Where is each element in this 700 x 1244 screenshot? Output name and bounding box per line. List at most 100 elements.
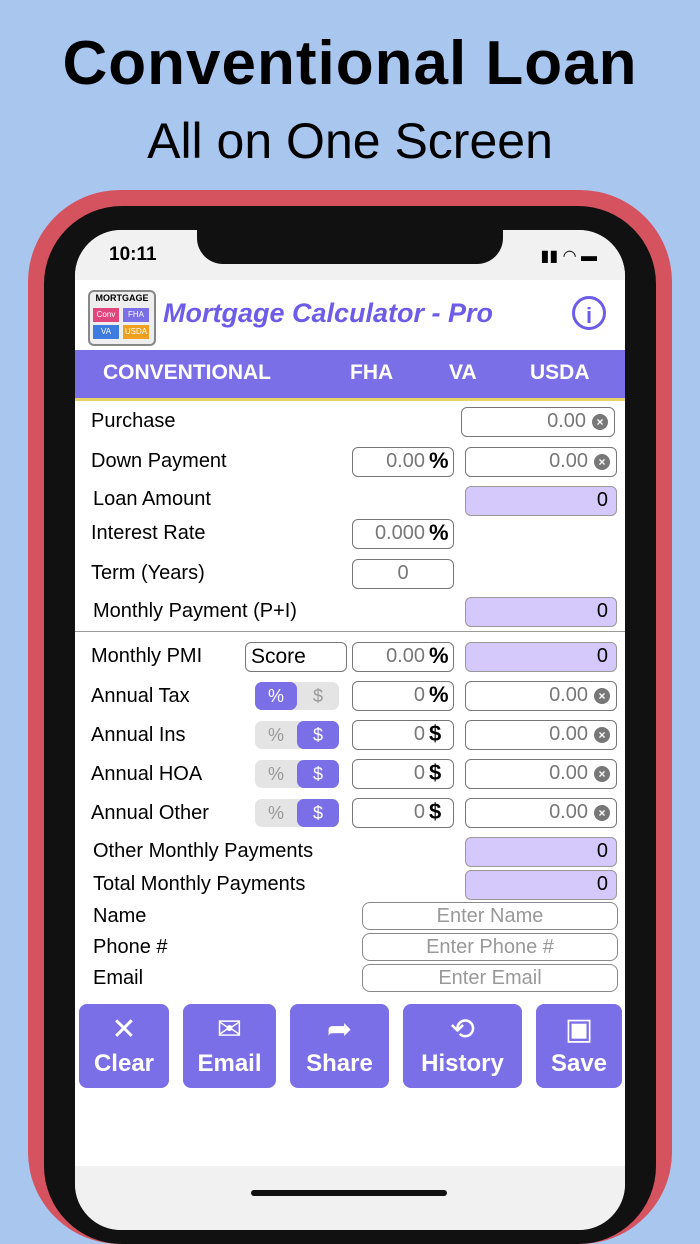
loan-type-tabs: CONVENTIONAL FHA VA USDA [75,350,625,401]
clear-x-icon: ✕ [111,1013,137,1046]
term-input[interactable]: 0 [352,559,454,589]
down-payment-label: Down Payment [91,450,227,472]
annual-hoa-amount[interactable]: 0.00 × [465,759,617,789]
purchase-label: Purchase [91,410,176,432]
logo-title: MORTGAGE [95,293,149,303]
pmi-score-select[interactable]: Score [245,642,347,672]
tab-conventional[interactable]: CONVENTIONAL [103,361,271,385]
app-header: MORTGAGE Conv FHA VA USDA Mortgage Calcu… [75,280,625,350]
app-logo: MORTGAGE Conv FHA VA USDA [88,290,156,346]
share-button[interactable]: ➦ Share [290,1004,389,1088]
down-payment-percent-suffix: % [429,448,449,473]
clear-icon[interactable]: × [594,766,610,782]
annual-tax-amount[interactable]: 0.00 × [465,681,617,711]
annual-hoa-amount-value: 0.00 [549,762,588,784]
annual-ins-amount[interactable]: 0.00 × [465,720,617,750]
annual-ins-suffix: $ [429,721,442,746]
tab-usda[interactable]: USDA [530,361,590,385]
down-payment-amount-input[interactable]: 0.00 × [465,447,617,477]
purchase-input[interactable]: 0.00 × [461,407,615,437]
save-button-label: Save [550,1050,608,1077]
clear-icon[interactable]: × [594,454,610,470]
pmi-percent-suffix: % [429,643,449,668]
annual-ins-dollar-option[interactable]: $ [297,721,339,749]
phone-input[interactable]: Enter Phone # [362,933,618,961]
annual-hoa-unit-toggle: % $ [255,760,339,788]
annual-ins-amount-value: 0.00 [549,723,588,745]
clear-icon[interactable]: × [594,688,610,704]
annual-ins-label: Annual Ins [91,724,186,746]
bottom-safe-area [75,1166,625,1230]
interest-rate-suffix: % [429,520,449,545]
pmi-output: 0 [465,642,617,672]
down-payment-amount-value: 0.00 [549,450,588,472]
down-payment-percent-value: 0.00 [386,450,425,472]
annual-other-amount-value: 0.00 [549,801,588,823]
annual-other-amount[interactable]: 0.00 × [465,798,617,828]
interest-rate-value: 0.000 [374,522,425,544]
name-input[interactable]: Enter Name [362,902,618,930]
history-button[interactable]: ⟲ History [403,1004,522,1088]
app-title: Mortgage Calculator - Pro [163,298,494,328]
annual-other-label: Annual Other [91,802,209,824]
annual-other-unit-toggle: % $ [255,799,339,827]
pmi-percent-value: 0.00 [386,645,425,667]
annual-tax-amount-value: 0.00 [549,684,588,706]
home-indicator[interactable] [251,1190,447,1196]
save-button[interactable]: ▣ Save [536,1004,622,1088]
total-monthly-output: 0 [465,870,617,900]
tab-fha[interactable]: FHA [350,361,393,385]
other-monthly-label: Other Monthly Payments [93,840,314,862]
clear-icon[interactable]: × [594,805,610,821]
annual-hoa-input-value: 0 [413,762,425,784]
total-monthly-label: Total Monthly Payments [93,873,306,895]
annual-tax-suffix: % [429,682,449,707]
annual-other-dollar-option[interactable]: $ [297,799,339,827]
tab-va[interactable]: VA [449,361,477,385]
history-icon: ⟲ [449,1013,476,1046]
interest-rate-label: Interest Rate [91,522,206,544]
clear-button[interactable]: ✕ Clear [79,1004,169,1088]
annual-tax-dollar-option[interactable]: $ [297,682,339,710]
term-label: Term (Years) [91,562,205,584]
loan-amount-label: Loan Amount [93,488,211,510]
clear-icon[interactable]: × [592,414,608,430]
email-label: Email [93,967,144,989]
monthly-payment-output: 0 [465,597,617,627]
status-time: 10:11 [109,244,157,265]
email-input[interactable]: Enter Email [362,964,618,992]
headline-subtitle: All on One Screen [147,113,553,169]
history-button-label: History [421,1050,504,1077]
annual-hoa-dollar-option[interactable]: $ [297,760,339,788]
annual-ins-input-value: 0 [413,723,425,745]
annual-tax-label: Annual Tax [91,685,190,707]
annual-hoa-label: Annual HOA [91,763,203,785]
section-divider [75,631,625,632]
annual-other-input-value: 0 [413,801,425,823]
notch [197,230,503,264]
annual-ins-percent-option[interactable]: % [255,721,297,749]
annual-tax-percent-option[interactable]: % [255,682,297,710]
monthly-payment-label: Monthly Payment (P+I) [93,600,297,622]
logo-cell-va: VA [93,325,119,339]
annual-hoa-suffix: $ [429,760,442,785]
email-button[interactable]: ✉ Email [183,1004,276,1088]
logo-cell-fha: FHA [123,308,149,322]
clear-icon[interactable]: × [594,727,610,743]
headline-title: Conventional Loan [62,29,638,98]
floppy-disk-icon: ▣ [564,1013,594,1046]
logo-cell-conv: Conv [93,308,119,322]
other-monthly-output: 0 [465,837,617,867]
phone-label: Phone # [93,936,168,958]
annual-tax-unit-toggle: % $ [255,682,339,710]
phone-screen: 10:11 ▮▮ ◠ ▬ MORTGAGE Conv FHA VA USDA M… [75,230,625,1230]
loan-amount-output: 0 [465,486,617,516]
annual-other-percent-option[interactable]: % [255,799,297,827]
clear-button-label: Clear [93,1050,155,1077]
annual-hoa-percent-option[interactable]: % [255,760,297,788]
annual-ins-unit-toggle: % $ [255,721,339,749]
share-button-label: Share [306,1050,373,1077]
envelope-icon: ✉ [216,1013,243,1046]
annual-other-suffix: $ [429,799,442,824]
info-icon[interactable]: i [572,296,606,330]
